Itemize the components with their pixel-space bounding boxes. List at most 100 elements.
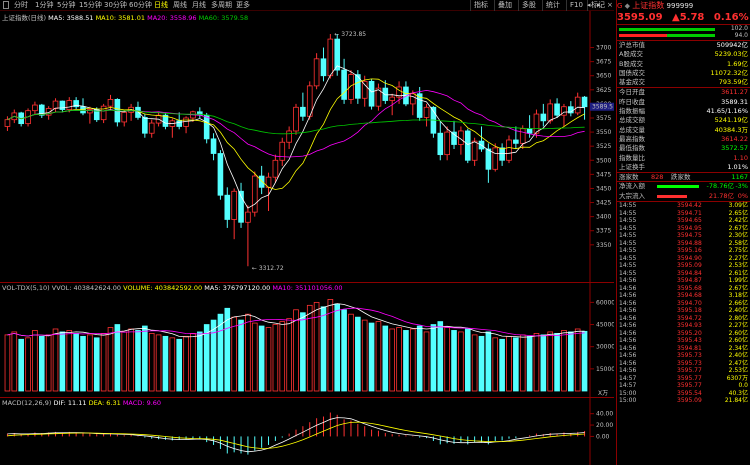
tick-time: 14:56 (619, 277, 637, 285)
tick-price: 3595.54 (677, 389, 702, 397)
flow-bar (657, 185, 699, 189)
volume-tick-label: 60000 (596, 299, 614, 306)
period-tab-9[interactable]: 多周期 (211, 1, 232, 10)
volume-panel[interactable]: VOL-TDX(5,10) VVOL: 403842624.00 VOLUME:… (0, 283, 615, 398)
close-nav-icon[interactable]: × (604, 0, 616, 11)
candle-body (581, 96, 588, 108)
flow-label: 净流入额 (619, 182, 645, 191)
rows2-row: 最低指数 3572.57 (617, 144, 750, 153)
rows2-label: 总成交额 (619, 116, 645, 125)
period-tab-10[interactable]: 更多 (236, 1, 250, 10)
volume-bar (355, 316, 361, 392)
rows2-row: 最高指数 3614.22 (617, 135, 750, 144)
vol-legend-c: MA5: 376797120.00 (204, 284, 271, 292)
grid-icon[interactable] (3, 1, 9, 9)
macd-tick-label: 40.00 (596, 411, 613, 418)
period-tab-8[interactable]: 月线 (192, 1, 206, 10)
candle-body (437, 132, 444, 156)
volume-bar (492, 337, 499, 392)
macd-legend-d: MACD: 9.60 (122, 399, 162, 407)
tick-row: 15:00 3595.54 40.3亿 (617, 390, 750, 398)
candle-body (471, 140, 478, 161)
rows2-row: 总成交量 40384.3万 (617, 126, 750, 135)
rows1-row: 基金成交 793.59亿 (617, 78, 750, 87)
tick-time: 14:56 (619, 314, 637, 322)
candle-body (492, 147, 499, 170)
tick-price: 3595.77 (677, 382, 702, 390)
volume-bar (135, 330, 141, 392)
toolbar-button-4[interactable]: F10 (566, 0, 586, 11)
flow-bar (657, 194, 687, 198)
period-tab-1[interactable]: 1分钟 (35, 1, 53, 10)
candle-body (368, 80, 375, 107)
toolbar-button-2[interactable]: 多股 (518, 0, 539, 11)
rows2-row: 总成交额 5241.19亿 (617, 116, 750, 125)
candle-body (409, 93, 416, 105)
tick-row: 14:56 3594.81 2.34亿 (617, 345, 750, 353)
tick-row: 14:56 3594.72 2.80亿 (617, 315, 750, 323)
tick-row: 14:56 3595.73 2.40亿 (617, 352, 750, 360)
tick-row: 14:56 3595.68 2.67亿 (617, 285, 750, 293)
g-badge: G (617, 2, 623, 10)
volume-bar (506, 335, 512, 392)
tick-amount: 6307万 (726, 374, 748, 382)
volume-bar (519, 334, 526, 392)
volume-bar (568, 331, 574, 392)
toolbar-button-0[interactable]: 指标 (470, 0, 491, 11)
tick-list[interactable]: 14:55 3594.42 3.09亿 14:55 3594.71 2.65亿 14:55 3… (617, 202, 750, 405)
tick-row: 14:56 3595.20 2.60亿 (617, 330, 750, 338)
volume-bar (499, 338, 505, 392)
period-tab-7[interactable]: 周线 (173, 1, 187, 10)
flow-stats: 净流入额 -78.76亿 -3% 大宗流入 21.78亿 0% (617, 182, 750, 203)
up-nav-icon[interactable]: ▸ (594, 0, 604, 11)
kline-panel[interactable]: 上证指数(日线) MA5: 3588.51 MA10: 3581.01 MA20… (0, 11, 614, 283)
volume-bar (25, 337, 31, 392)
period-tab-6[interactable]: 日线 (154, 1, 168, 10)
tick-price: 3595.18 (677, 307, 702, 315)
price-tick-label: 3700 (596, 45, 611, 52)
toolbar-button-3[interactable]: 统计 (542, 0, 563, 11)
flow-pct: 0% (737, 191, 748, 200)
period-tab-4[interactable]: 30分钟 (104, 1, 127, 10)
period-tab-3[interactable]: 15分钟 (79, 1, 102, 10)
tick-time: 14:56 (619, 299, 637, 307)
volume-bar (183, 335, 189, 392)
tick-amount: 2.34亿 (728, 344, 748, 352)
period-tab-2[interactable]: 5分钟 (57, 1, 75, 10)
macd-panel[interactable]: MACD(12,26,9) DIF: 11.11 DEA: 6.31 MACD:… (0, 398, 614, 465)
period-tab-0[interactable]: 分时 (14, 1, 28, 10)
tick-price: 3594.90 (677, 254, 702, 262)
ma5-line (7, 65, 585, 209)
candle-body (107, 99, 114, 107)
volume-bar (38, 335, 45, 392)
tick-time: 14:57 (619, 374, 637, 382)
volume-tick-label: 45000 (596, 322, 614, 329)
rows1-label: 国债成交 (619, 68, 645, 77)
volume-bar (73, 333, 79, 392)
up-strength-value: 102.0 (730, 25, 748, 32)
volume-bar (471, 334, 478, 392)
candle-body (293, 106, 299, 132)
volume-bar (66, 330, 73, 392)
candle-body (52, 100, 59, 109)
period-tab-5[interactable]: 60分钟 (129, 1, 152, 10)
volume-bar (203, 324, 210, 392)
dn-strength-value: 94.0 (734, 32, 748, 39)
candle-body (87, 109, 93, 114)
candle-body (251, 175, 258, 213)
volume-bar (561, 330, 567, 392)
tick-price: 3594.72 (677, 314, 702, 322)
tick-amount: 0.0 (738, 382, 748, 390)
chart-title: 上证指数(日线) (2, 14, 47, 22)
tick-row: 14:55 3594.84 2.61亿 (617, 270, 750, 278)
volume-bar (162, 335, 169, 392)
last-price: 3595.09 (617, 12, 663, 23)
candle-body (341, 69, 347, 100)
volume-bar (513, 337, 519, 392)
tick-row: 14:56 3595.77 2.53亿 (617, 367, 750, 375)
tick-price: 3594.70 (677, 299, 702, 307)
volume-bar (93, 337, 100, 392)
toolbar-button-1[interactable]: 叠加 (494, 0, 515, 11)
tick-time: 14:55 (619, 239, 637, 247)
down-nav-icon[interactable]: ◂ (584, 0, 594, 11)
